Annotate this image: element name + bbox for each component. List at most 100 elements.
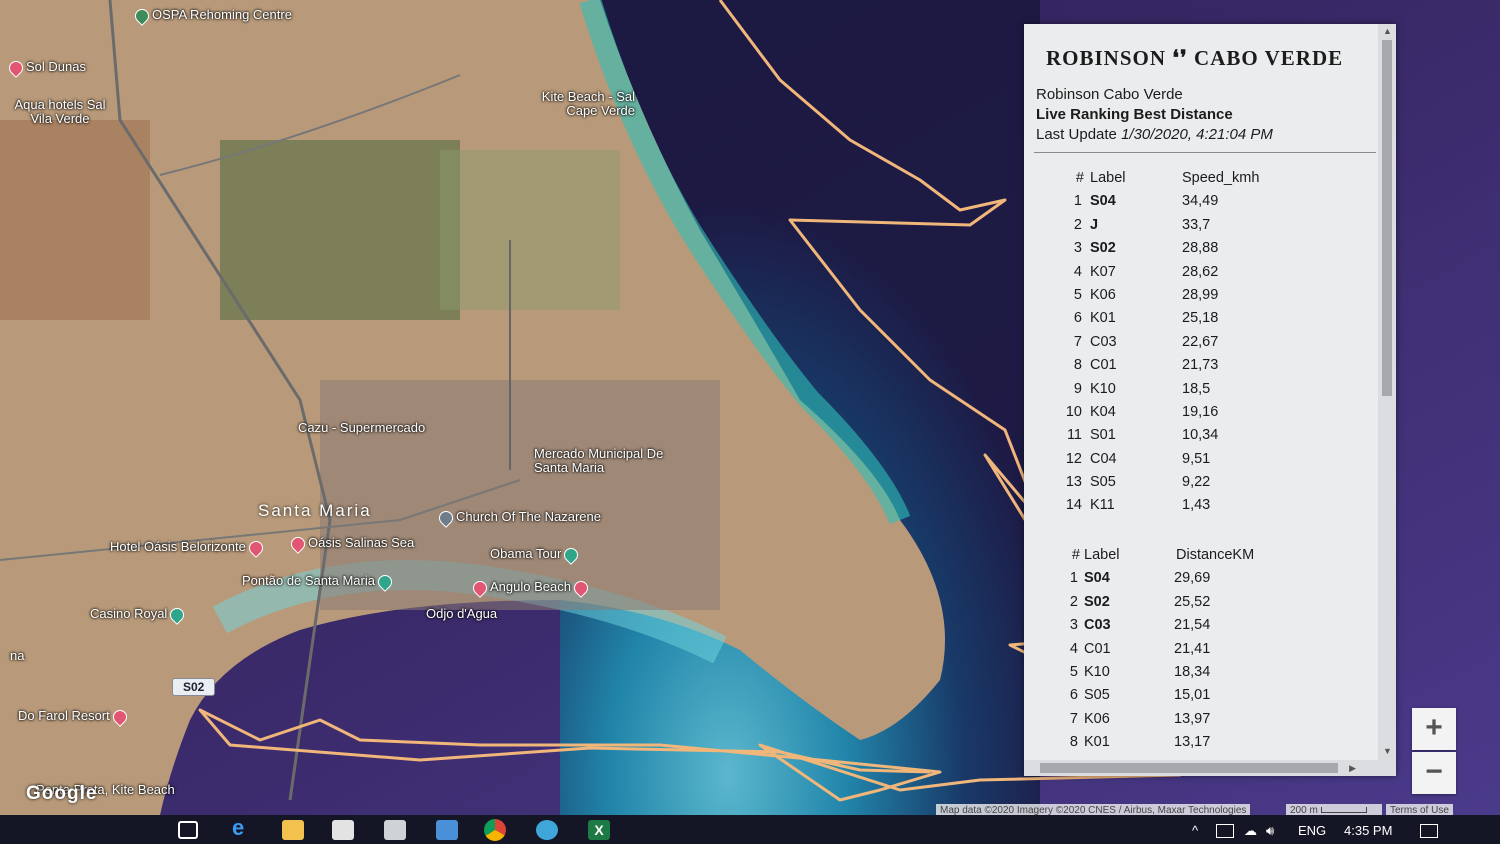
value-cell: 9,22 (1182, 474, 1211, 491)
scroll-thumb[interactable] (1382, 40, 1392, 396)
horizontal-scrollbar[interactable]: ▶ (1024, 760, 1378, 776)
vertical-scrollbar[interactable]: ▲ ▼ (1378, 24, 1396, 776)
label-cell: K07 (1090, 263, 1116, 280)
poi-aqua-hotels[interactable]: Aqua hotels Sal Vila Verde (10, 98, 110, 126)
poi-obama-tour[interactable]: Obama Tour (490, 544, 582, 565)
tray-chevron-icon[interactable]: ^ (1192, 823, 1198, 838)
label-cell: K10 (1084, 663, 1110, 680)
label-cell: S02 (1090, 240, 1116, 257)
table-row: 1 S04 34,49 (1024, 193, 1374, 216)
clock[interactable]: 4:35 PM (1344, 823, 1392, 838)
table-row: 8 K01 13,17 (1024, 734, 1374, 757)
scale-bar (1320, 807, 1367, 814)
rank-cell: 4 (1073, 263, 1082, 280)
tray-app-icon[interactable] (1216, 824, 1234, 838)
rank-cell: 11 (1066, 427, 1082, 444)
table-row: 2 S02 25,52 (1024, 594, 1374, 617)
poi-kite-beach[interactable]: Kite Beach - Sal Cape Verde (530, 90, 635, 118)
map-pin-icon (109, 706, 130, 727)
language-indicator[interactable]: ENG (1298, 823, 1326, 838)
value-cell: 34,49 (1182, 193, 1219, 210)
rank-cell: 7 (1073, 333, 1082, 350)
poi-pontao[interactable]: Pontão de Santa Maria (242, 571, 395, 592)
zoom-out-button[interactable]: − (1412, 752, 1456, 794)
table-row: 1 S04 29,69 (1024, 570, 1374, 593)
table-row: 10 K04 19,16 (1024, 404, 1374, 427)
label-cell: C01 (1090, 357, 1117, 374)
poi-sol-dunas[interactable]: Sol Dunas (6, 57, 86, 78)
chrome-icon[interactable] (484, 819, 506, 841)
value-cell: 25,18 (1182, 310, 1219, 327)
rank-cell: 8 (1073, 357, 1082, 374)
value-cell: 33,7 (1182, 216, 1211, 233)
poi-angulo-beach[interactable]: Angulo Beach (470, 577, 591, 598)
rank-cell: 10 (1065, 403, 1082, 420)
file-explorer-icon[interactable] (282, 820, 304, 840)
poi-cazu[interactable]: Cazu - Supermercado (298, 421, 425, 435)
value-cell: 1,43 (1182, 497, 1211, 514)
town-label: Santa Maria (258, 501, 372, 520)
poi-casino-royal[interactable]: Casino Royal (90, 604, 188, 625)
table-row: 4 C01 21,41 (1024, 641, 1374, 664)
rank-cell: 3 (1073, 240, 1082, 257)
label-cell: S04 (1090, 193, 1116, 210)
value-cell: 28,62 (1182, 263, 1219, 280)
poi-ospa[interactable]: OSPA Rehoming Centre (132, 5, 292, 26)
rank-cell: 3 (1069, 617, 1078, 634)
zoom-in-button[interactable]: + (1412, 708, 1456, 750)
poi-hotel-oasis-belorizonte[interactable]: Hotel Oásis Belorizonte (110, 537, 266, 558)
rank-cell: 5 (1073, 286, 1082, 303)
table-row: 6 K01 25,18 (1024, 310, 1374, 333)
volume-icon[interactable]: 🔊︎ (1266, 823, 1274, 839)
table-row: 14 K11 1,43 (1024, 497, 1374, 520)
rank-cell: 13 (1065, 474, 1082, 491)
value-cell: 18,5 (1182, 380, 1211, 397)
label-cell: C04 (1090, 450, 1117, 467)
value-cell: 25,52 (1174, 593, 1211, 610)
rank-cell: 2 (1073, 216, 1082, 233)
poi-church[interactable]: Church Of The Nazarene (436, 507, 601, 528)
store-icon[interactable] (332, 820, 354, 840)
table-header: # Label DistanceKM (1071, 547, 1255, 563)
label-cell: K01 (1084, 734, 1110, 751)
rank-cell: 9 (1073, 380, 1082, 397)
value-cell: 22,67 (1182, 333, 1219, 350)
value-cell: 21,73 (1182, 357, 1219, 374)
value-cell: 18,34 (1174, 663, 1211, 680)
poi-oasis-salinas[interactable]: Oásis Salinas Sea (288, 533, 414, 554)
label-cell: C01 (1084, 640, 1111, 657)
task-view-icon[interactable] (178, 821, 198, 839)
wifi-icon[interactable]: ☁ (1244, 823, 1257, 839)
table-row: 3 S02 28,88 (1024, 240, 1374, 263)
mail-icon[interactable] (384, 820, 406, 840)
scroll-down-icon[interactable]: ▼ (1383, 746, 1392, 756)
table-row: 7 K06 13,97 (1024, 711, 1374, 734)
rank-cell: 1 (1069, 570, 1078, 587)
excel-icon[interactable]: X (588, 820, 610, 840)
scroll-right-icon[interactable]: ▶ (1349, 763, 1356, 774)
table-row: 7 C03 22,67 (1024, 334, 1374, 357)
last-update: Last Update 1/30/2020, 4:21:04 PM (1036, 126, 1273, 143)
label-cell: S05 (1090, 474, 1116, 491)
label-cell: S02 (1084, 593, 1110, 610)
rank-cell: 2 (1069, 593, 1078, 610)
label-cell: S04 (1084, 570, 1110, 587)
poi-partial[interactable]: na (10, 649, 24, 663)
rank-cell: 6 (1073, 310, 1082, 327)
scroll-up-icon[interactable]: ▲ (1383, 26, 1392, 36)
label-cell: K10 (1090, 380, 1116, 397)
scroll-thumb[interactable] (1040, 763, 1338, 773)
remote-desktop-icon[interactable] (436, 820, 458, 840)
rank-cell: 5 (1069, 663, 1078, 680)
network-app-icon[interactable] (536, 820, 558, 840)
edge-icon[interactable]: e (232, 815, 254, 840)
poi-mercado[interactable]: Mercado Municipal De Santa Maria (534, 447, 664, 475)
poi-do-farol[interactable]: Do Farol Resort (18, 706, 130, 727)
rank-cell: 6 (1069, 687, 1078, 704)
notifications-icon[interactable] (1420, 824, 1438, 838)
table-row: 12 C04 9,51 (1024, 451, 1374, 474)
label-cell: K11 (1090, 497, 1115, 514)
track-label-tag[interactable]: S02 (172, 678, 216, 696)
label-cell: C03 (1084, 617, 1111, 634)
poi-odjo-dagua[interactable]: Odjo d'Agua (426, 607, 497, 621)
